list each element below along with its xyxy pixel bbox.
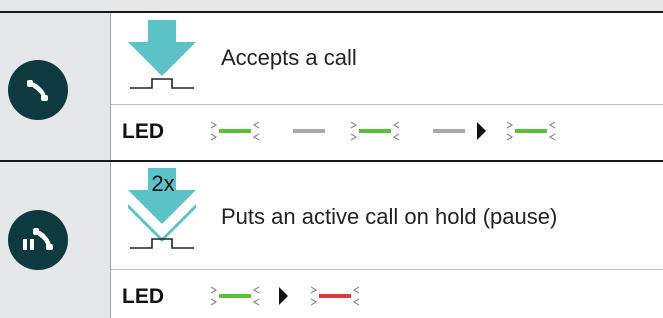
single-press-action: [124, 20, 202, 94]
press-arrow-icon: [128, 20, 196, 89]
row2-led-divider: [111, 269, 663, 270]
led-instruction-table: Accepts a call LED 2x Puts an active cal…: [0, 0, 663, 318]
phone-hold-icon: [23, 228, 53, 250]
led-green-blink: [210, 286, 260, 306]
row-divider: [0, 160, 663, 162]
arrow-right-icon: [279, 287, 288, 305]
column-divider: [110, 12, 111, 318]
call-button: [8, 60, 68, 120]
row1-description: Accepts a call: [221, 45, 357, 70]
row2-led-sequence: [210, 286, 360, 306]
row2-led-label: LED: [122, 285, 164, 308]
led-red-blink: [310, 286, 360, 306]
button-column: [0, 12, 110, 318]
row2-description: Puts an active call on hold (pause): [221, 204, 558, 229]
row1-led-sequence: [210, 121, 556, 141]
phone-accept-icon: [27, 80, 48, 101]
double-press-action: 2x: [124, 168, 202, 252]
led-green-blink: [506, 121, 556, 141]
led-green-blink: [210, 121, 260, 141]
led-green-blink: [350, 121, 400, 141]
row1-led-label: LED: [122, 120, 164, 143]
table-top-rule: [0, 11, 663, 13]
press-count-label: 2x: [151, 171, 175, 196]
arrow-right-icon: [477, 122, 486, 140]
row1-led-divider: [111, 104, 663, 105]
call-button: [8, 210, 68, 270]
